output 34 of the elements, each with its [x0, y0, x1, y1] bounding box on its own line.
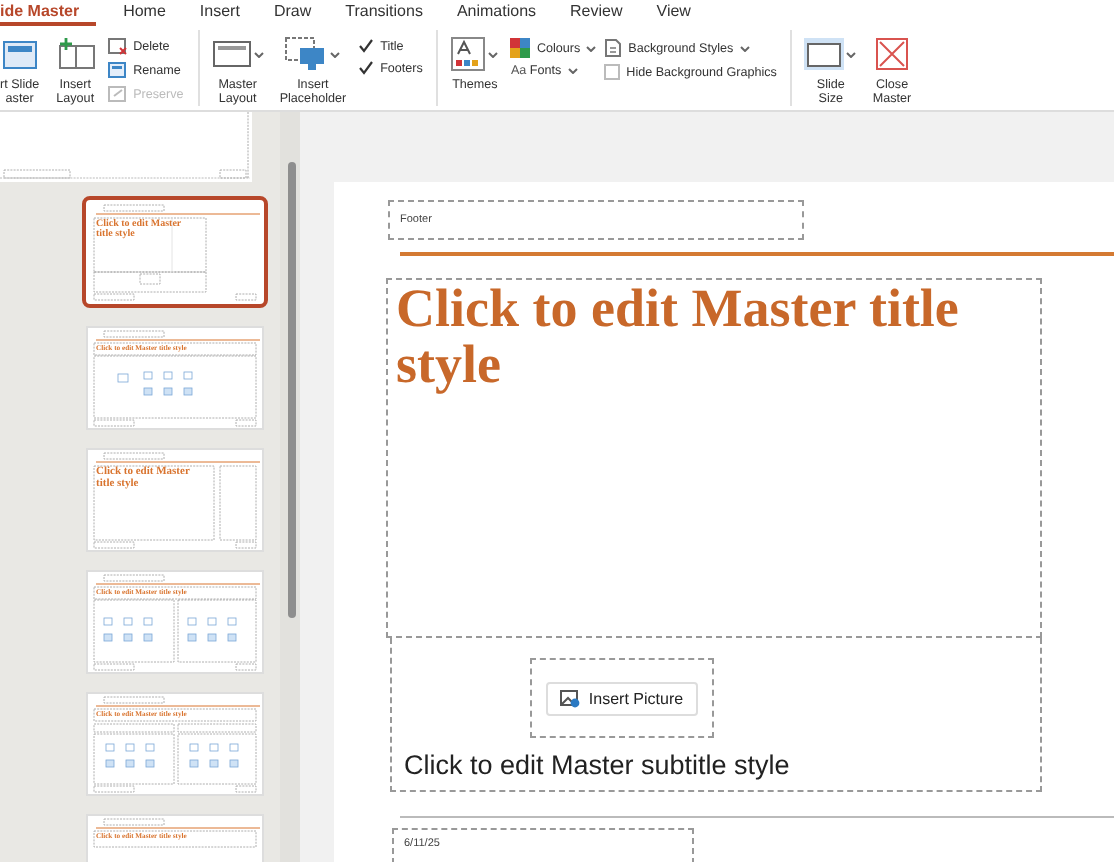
ribbon-tab[interactable]: Review — [570, 2, 639, 26]
image-icon — [560, 689, 581, 707]
scrollbar-thumb[interactable] — [288, 162, 296, 618]
ribbon-tab[interactable]: ide Master — [0, 2, 96, 26]
ribbon-tab[interactable]: Transitions — [345, 2, 439, 26]
preserve-icon — [107, 86, 128, 104]
rename-icon — [107, 62, 128, 80]
layout-icon — [211, 40, 252, 68]
layout-icon — [55, 38, 96, 70]
close-icon — [876, 38, 909, 70]
caret-icon — [586, 45, 597, 51]
placeholder-icon — [284, 36, 329, 72]
insert-picture-button[interactable]: Insert Picture — [546, 681, 698, 715]
slide-icon — [1, 39, 38, 69]
caret-icon — [567, 68, 578, 74]
picture-placeholder[interactable]: Insert Picture — [530, 658, 714, 738]
check-icon[interactable] — [358, 38, 375, 54]
check-icon[interactable] — [358, 60, 375, 76]
ribbon-tab[interactable]: Home — [123, 2, 182, 26]
palette-icon — [510, 38, 531, 58]
themes-icon — [450, 36, 487, 72]
subtitle-text: Click to edit Master subtitle style — [404, 750, 790, 780]
page-icon — [604, 38, 623, 58]
ribbon-tab[interactable]: Insert — [199, 2, 256, 26]
title-text: Click to edit Master title style — [396, 280, 961, 392]
ribbon-tab[interactable]: Animations — [456, 2, 553, 26]
ribbon-tab[interactable]: Draw — [273, 2, 328, 26]
ribbon-tab[interactable]: View — [656, 2, 707, 26]
slide-size-icon — [804, 38, 845, 70]
title-placeholder[interactable]: Click to edit Master title style — [386, 278, 1042, 638]
subtitle-placeholder[interactable]: Insert Picture Click to edit Master subtitle style — [390, 638, 1042, 792]
caret-icon — [739, 45, 750, 51]
checkbox[interactable] — [604, 64, 621, 80]
delete-icon — [107, 38, 128, 56]
